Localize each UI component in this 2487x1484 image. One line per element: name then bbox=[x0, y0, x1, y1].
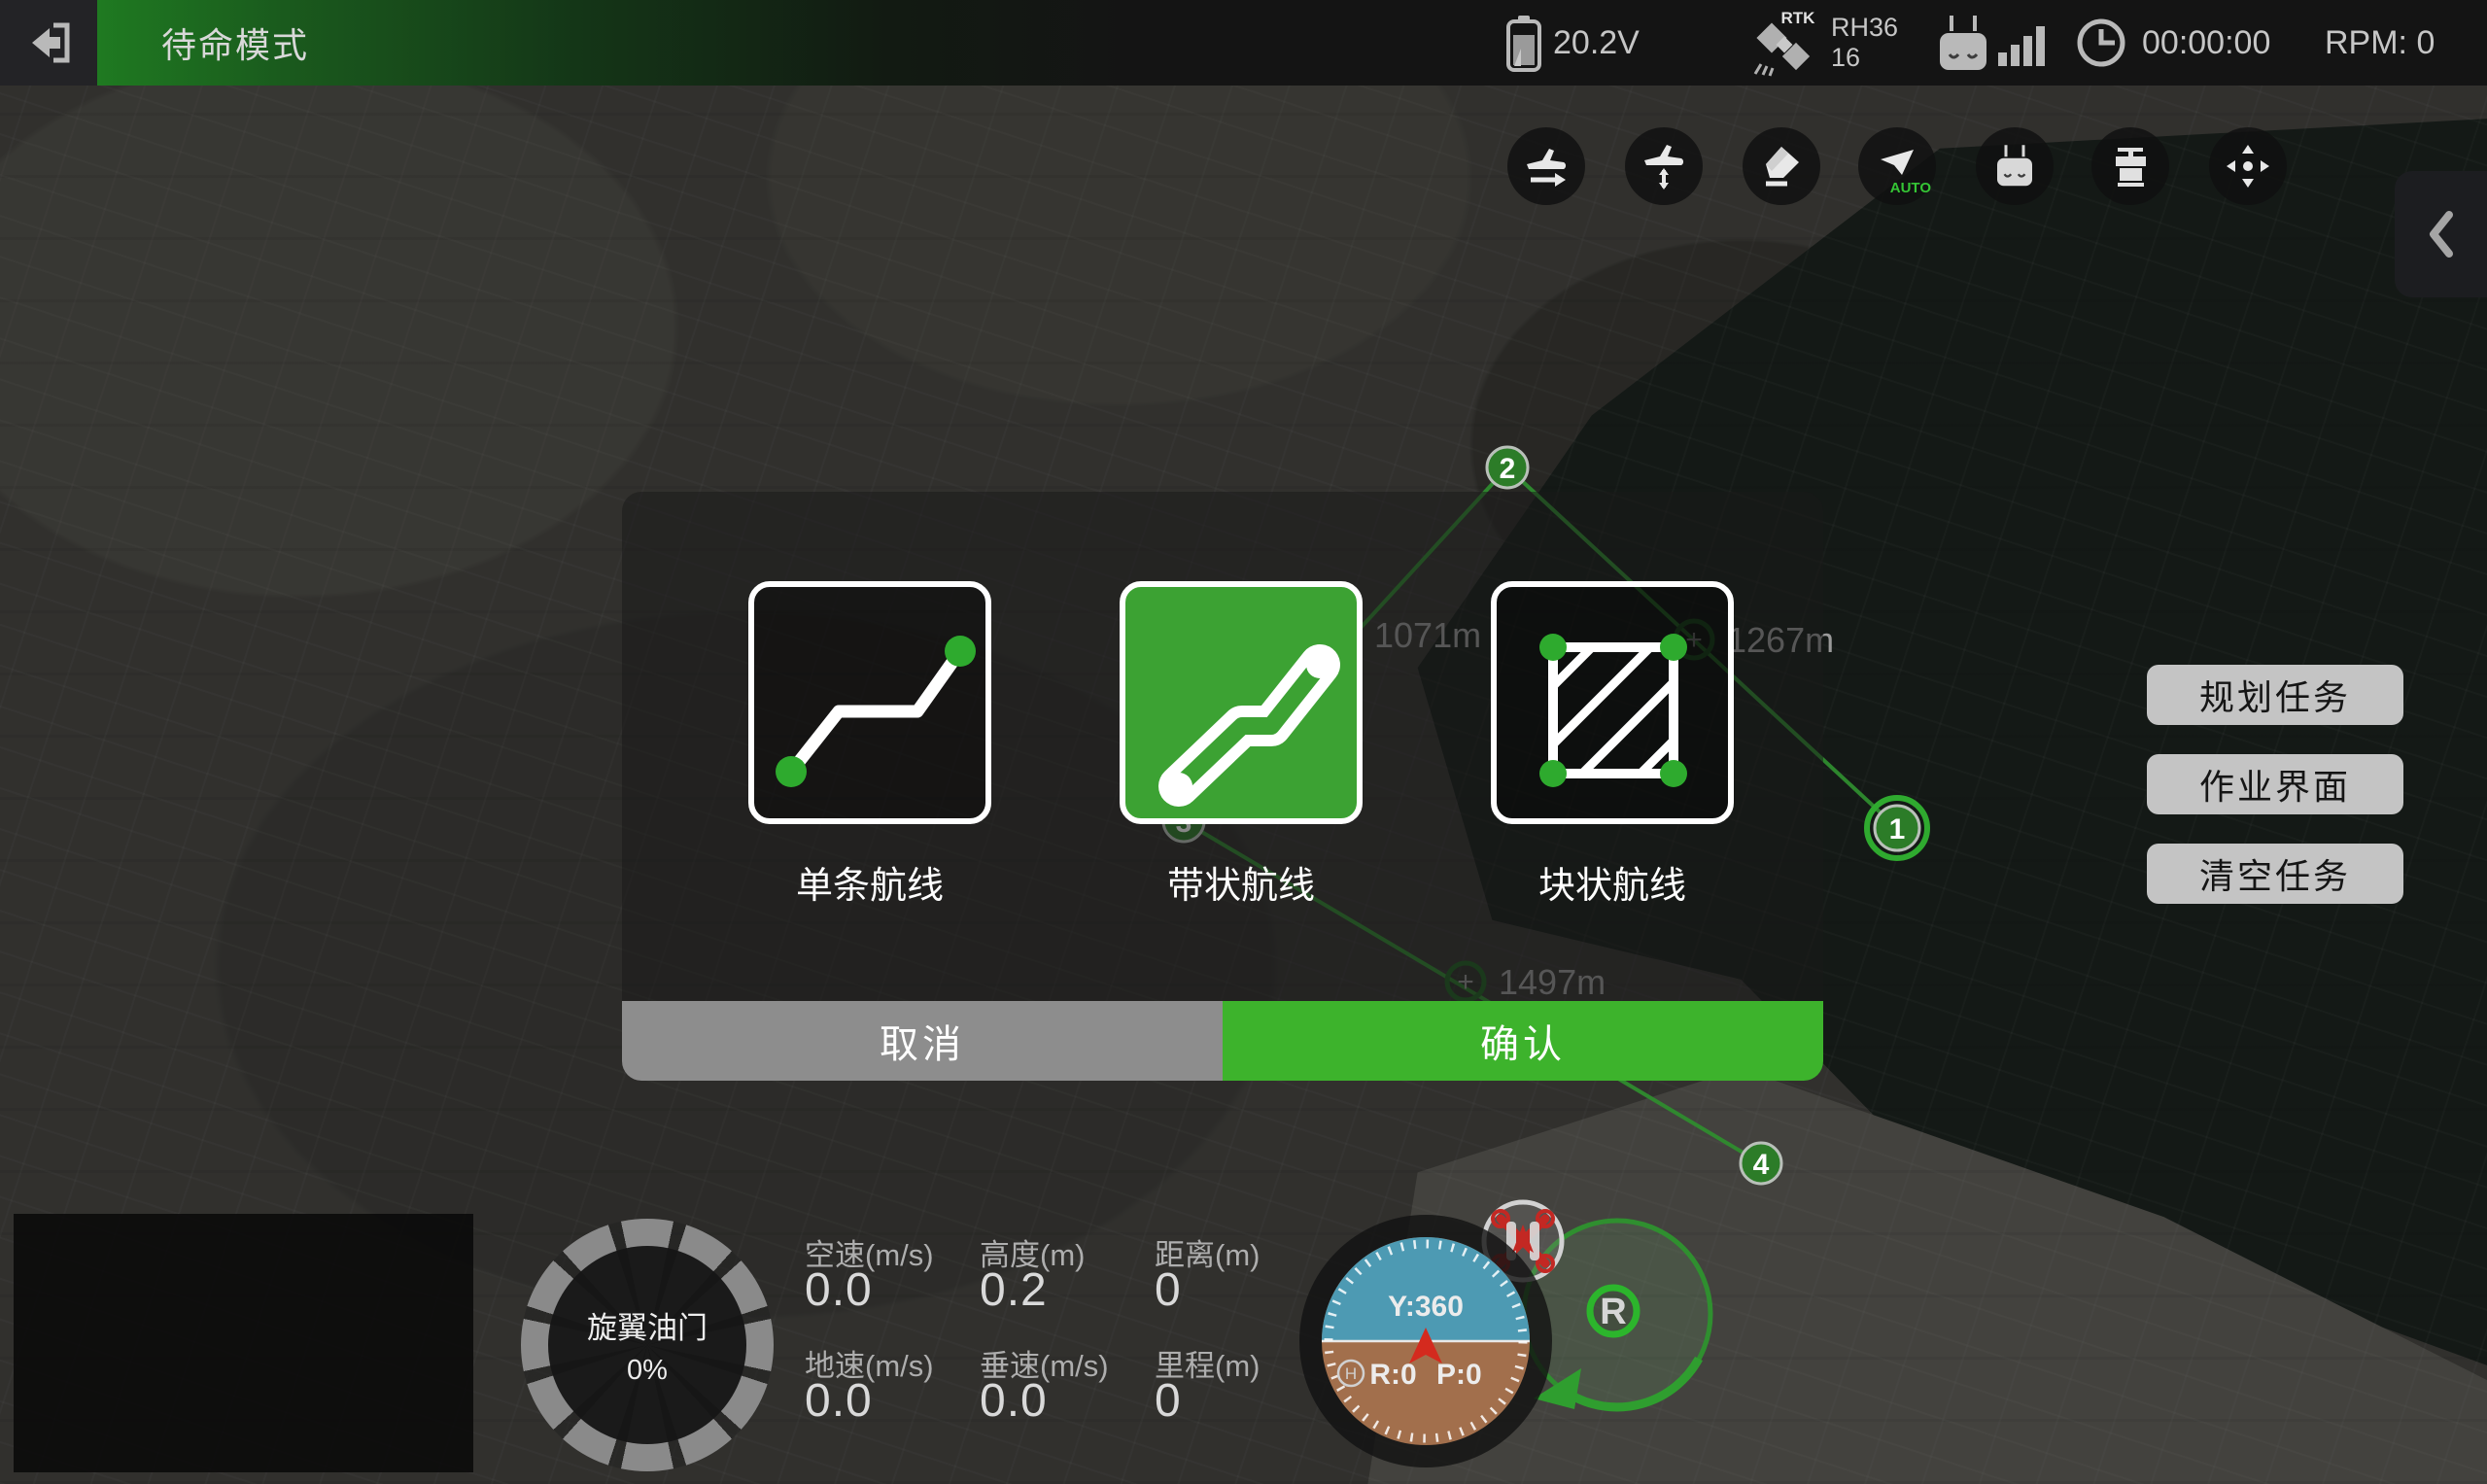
confirm-button[interactable]: 确认 bbox=[1223, 1001, 1823, 1081]
roll-pitch-readout: R:0 P:0 bbox=[1369, 1359, 1481, 1391]
single-route-icon bbox=[754, 587, 985, 818]
remote-settings-button[interactable] bbox=[1976, 127, 2054, 205]
flight-mode-banner: 待命模式 bbox=[97, 0, 1137, 86]
route-option-single[interactable] bbox=[748, 581, 991, 824]
altitude-value: 0.2 bbox=[980, 1263, 1048, 1317]
remote-controller-icon bbox=[1991, 143, 2038, 190]
mileage-value: 0 bbox=[1155, 1374, 1182, 1428]
pump-settings-button[interactable] bbox=[2091, 127, 2169, 205]
distance-value: 0 bbox=[1155, 1263, 1182, 1317]
eraser-button[interactable] bbox=[1743, 127, 1820, 205]
airspeed-value: 0.0 bbox=[805, 1263, 873, 1317]
block-route-icon bbox=[1497, 587, 1728, 818]
side-panel-toggle[interactable] bbox=[2395, 171, 2487, 297]
route-label-block: 块状航线 bbox=[1467, 855, 1758, 909]
exit-back-icon bbox=[24, 19, 73, 66]
gnss-status: RH36 16 bbox=[1831, 13, 1898, 73]
route-label-single: 单条航线 bbox=[724, 855, 1016, 909]
auto-label: AUTO bbox=[1890, 180, 1931, 196]
route-label-strip: 带状航线 bbox=[1095, 855, 1387, 909]
chevron-left-icon bbox=[2424, 207, 2459, 261]
cancel-button[interactable]: 取消 bbox=[622, 1001, 1223, 1081]
pump-icon bbox=[2108, 144, 2153, 189]
remote-controller-icon bbox=[1932, 14, 1994, 74]
rpm-readout: RPM: 0 bbox=[2325, 0, 2480, 86]
flight-time: 00:00:00 bbox=[2142, 0, 2307, 86]
throttle-core: 旋翼油门 0% bbox=[548, 1246, 746, 1444]
plan-mission-button[interactable]: 规划任务 bbox=[2147, 665, 2403, 725]
plane-altitude-button[interactable] bbox=[1625, 127, 1703, 205]
strip-route-icon bbox=[1125, 587, 1357, 818]
battery-voltage: 20.2V bbox=[1553, 0, 1699, 86]
ab-auto-mode-button[interactable]: AUTO bbox=[1858, 127, 1936, 205]
yaw-readout: Y:360 bbox=[1388, 1291, 1464, 1323]
clear-mission-button[interactable]: 清空任务 bbox=[2147, 844, 2403, 904]
pan-dpad-button[interactable] bbox=[2209, 127, 2287, 205]
route-option-block[interactable] bbox=[1491, 581, 1734, 824]
work-screen-button[interactable]: 作业界面 bbox=[2147, 754, 2403, 814]
gnss-mode: RH36 bbox=[1831, 13, 1898, 43]
eraser-icon bbox=[1758, 143, 1805, 190]
back-button[interactable] bbox=[0, 0, 97, 86]
rtk-badge: RTK bbox=[1781, 9, 1816, 27]
plane-vertical-icon bbox=[1641, 143, 1687, 190]
throttle-gauge: 旋翼油门 0% bbox=[521, 1219, 774, 1471]
route-type-dialog: 单条航线 带状航线 块状航线 取消 确认 bbox=[622, 492, 1823, 1081]
plane-route-button[interactable] bbox=[1507, 127, 1585, 205]
groundspeed-value: 0.0 bbox=[805, 1374, 873, 1428]
signal-bars-icon bbox=[1998, 21, 2049, 68]
clock-icon bbox=[2076, 17, 2126, 68]
attitude-indicator: Y:360 R:0 P:0 H bbox=[1299, 1215, 1552, 1467]
flight-mode-label: 待命模式 bbox=[161, 17, 309, 68]
vspeed-value: 0.0 bbox=[980, 1374, 1048, 1428]
camera-feed[interactable] bbox=[14, 1214, 473, 1472]
route-option-strip[interactable] bbox=[1120, 581, 1363, 824]
dpad-icon bbox=[2225, 143, 2271, 190]
throttle-label: 旋翼油门 bbox=[587, 1303, 708, 1347]
home-heading-letter: H bbox=[1345, 1364, 1357, 1383]
throttle-value: 0% bbox=[627, 1355, 668, 1387]
rtk-satellite-icon: RTK bbox=[1747, 8, 1821, 80]
plane-forward-icon bbox=[1523, 143, 1570, 190]
status-bar: 待命模式 20.2V RTK RH36 16 00:00:00 RPM: 0 bbox=[0, 0, 2487, 86]
satellite-count: 16 bbox=[1831, 43, 1898, 73]
battery-icon bbox=[1504, 16, 1543, 72]
